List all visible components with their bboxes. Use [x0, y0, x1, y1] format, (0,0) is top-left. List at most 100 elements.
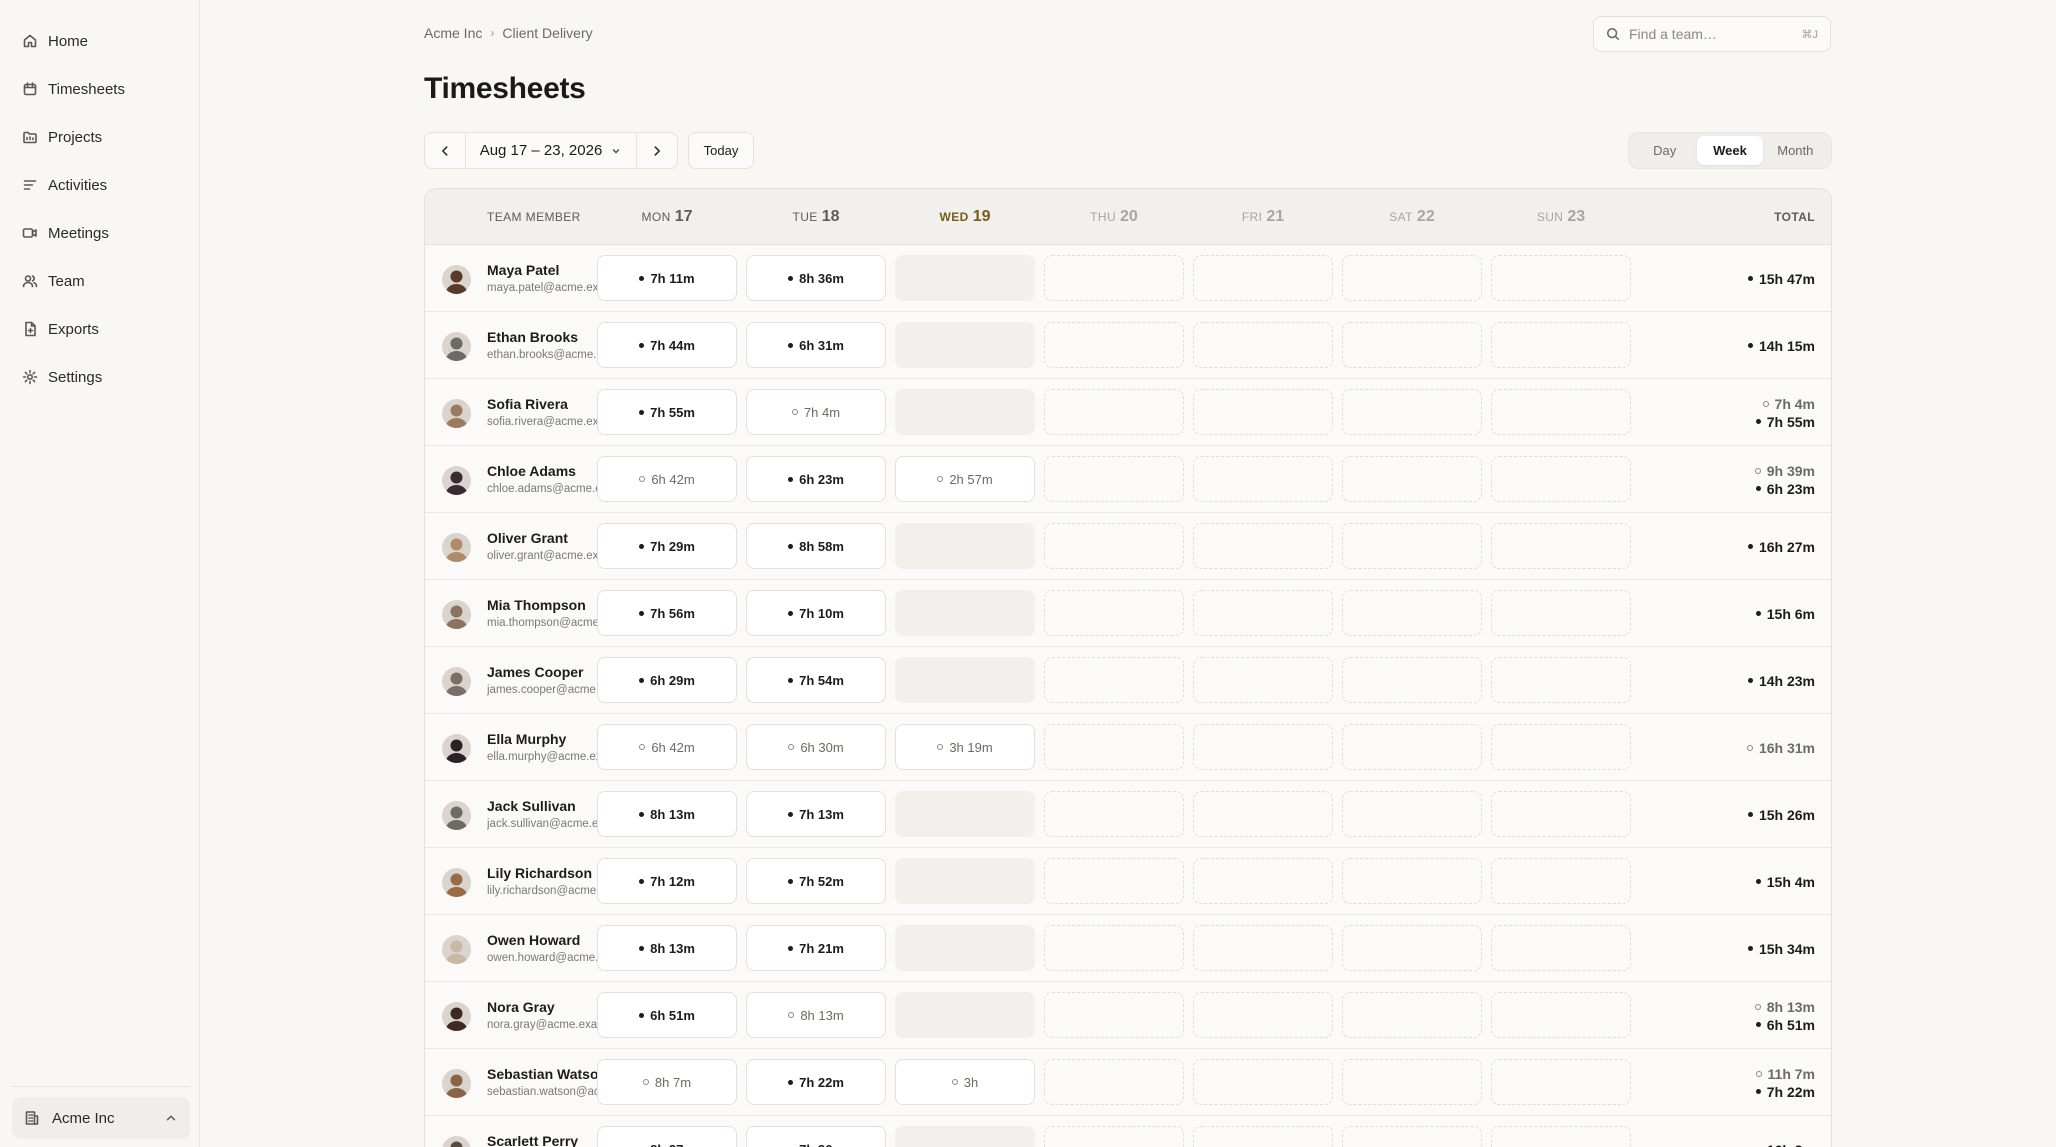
empty-day-cell[interactable] [1193, 322, 1333, 368]
today-button[interactable]: Today [688, 132, 754, 169]
member-name[interactable]: Chloe Adams [487, 463, 576, 479]
member-name[interactable]: Ethan Brooks [487, 329, 578, 345]
time-entry-cell[interactable]: 7h 4m [746, 389, 886, 435]
view-day-option[interactable]: Day [1632, 136, 1697, 165]
breadcrumb-org[interactable]: Acme Inc [424, 25, 482, 41]
prev-week-button[interactable] [425, 133, 465, 168]
empty-day-cell[interactable] [895, 255, 1035, 301]
empty-day-cell[interactable] [1342, 1126, 1482, 1147]
empty-day-cell[interactable] [1193, 858, 1333, 904]
empty-day-cell[interactable] [1193, 389, 1333, 435]
time-entry-cell[interactable]: 7h 10m [746, 590, 886, 636]
empty-day-cell[interactable] [1342, 925, 1482, 971]
team-search[interactable]: ⌘J [1593, 16, 1831, 52]
empty-day-cell[interactable] [1193, 791, 1333, 837]
empty-day-cell[interactable] [1491, 992, 1631, 1038]
empty-day-cell[interactable] [895, 590, 1035, 636]
empty-day-cell[interactable] [1342, 590, 1482, 636]
time-entry-cell[interactable]: 8h 27m [597, 1126, 737, 1147]
member-name[interactable]: Maya Patel [487, 262, 559, 278]
empty-day-cell[interactable] [1491, 1059, 1631, 1105]
sidebar-item-meetings[interactable]: Meetings [22, 209, 199, 257]
next-week-button[interactable] [637, 133, 677, 168]
time-entry-cell[interactable]: 6h 31m [746, 322, 886, 368]
empty-day-cell[interactable] [1491, 657, 1631, 703]
empty-day-cell[interactable] [1491, 925, 1631, 971]
empty-day-cell[interactable] [1193, 992, 1333, 1038]
empty-day-cell[interactable] [895, 925, 1035, 971]
sidebar-item-team[interactable]: Team [22, 257, 199, 305]
empty-day-cell[interactable] [1044, 1126, 1184, 1147]
time-entry-cell[interactable]: 3h [895, 1059, 1035, 1105]
empty-day-cell[interactable] [1044, 389, 1184, 435]
empty-day-cell[interactable] [1044, 858, 1184, 904]
time-entry-cell[interactable]: 7h 11m [597, 255, 737, 301]
empty-day-cell[interactable] [1044, 992, 1184, 1038]
member-name[interactable]: Lily Richardson [487, 865, 592, 881]
empty-day-cell[interactable] [1342, 791, 1482, 837]
view-month-option[interactable]: Month [1763, 136, 1828, 165]
empty-day-cell[interactable] [1342, 255, 1482, 301]
member-name[interactable]: Oliver Grant [487, 530, 568, 546]
empty-day-cell[interactable] [1342, 724, 1482, 770]
sidebar-item-projects[interactable]: Projects [22, 113, 199, 161]
sidebar-item-settings[interactable]: Settings [22, 353, 199, 401]
empty-day-cell[interactable] [1044, 791, 1184, 837]
search-input[interactable] [1629, 26, 1779, 42]
empty-day-cell[interactable] [1193, 657, 1333, 703]
member-name[interactable]: Sofia Rivera [487, 396, 568, 412]
member-name[interactable]: Ella Murphy [487, 731, 566, 747]
empty-day-cell[interactable] [1044, 322, 1184, 368]
sidebar-item-timesheets[interactable]: Timesheets [22, 65, 199, 113]
empty-day-cell[interactable] [1193, 1126, 1333, 1147]
empty-day-cell[interactable] [895, 1126, 1035, 1147]
empty-day-cell[interactable] [1193, 523, 1333, 569]
empty-day-cell[interactable] [1342, 389, 1482, 435]
time-entry-cell[interactable]: 8h 13m [746, 992, 886, 1038]
empty-day-cell[interactable] [1491, 590, 1631, 636]
empty-day-cell[interactable] [1193, 724, 1333, 770]
empty-day-cell[interactable] [1193, 590, 1333, 636]
time-entry-cell[interactable]: 7h 54m [746, 657, 886, 703]
time-entry-cell[interactable]: 6h 51m [597, 992, 737, 1038]
empty-day-cell[interactable] [1342, 322, 1482, 368]
time-entry-cell[interactable]: 3h 19m [895, 724, 1035, 770]
empty-day-cell[interactable] [1491, 523, 1631, 569]
time-entry-cell[interactable]: 6h 42m [597, 724, 737, 770]
empty-day-cell[interactable] [1491, 724, 1631, 770]
empty-day-cell[interactable] [1491, 389, 1631, 435]
empty-day-cell[interactable] [1491, 456, 1631, 502]
empty-day-cell[interactable] [1193, 1059, 1333, 1105]
empty-day-cell[interactable] [895, 322, 1035, 368]
time-entry-cell[interactable]: 7h 12m [597, 858, 737, 904]
member-name[interactable]: Nora Gray [487, 999, 555, 1015]
member-name[interactable]: Mia Thompson [487, 597, 586, 613]
empty-day-cell[interactable] [1491, 1126, 1631, 1147]
member-name[interactable]: James Cooper [487, 664, 583, 680]
time-entry-cell[interactable]: 7h 29m [597, 523, 737, 569]
time-entry-cell[interactable]: 2h 57m [895, 456, 1035, 502]
sidebar-item-activities[interactable]: Activities [22, 161, 199, 209]
empty-day-cell[interactable] [895, 523, 1035, 569]
org-switcher[interactable]: Acme Inc [12, 1097, 190, 1139]
member-name[interactable]: Scarlett Perry [487, 1133, 578, 1147]
empty-day-cell[interactable] [1491, 791, 1631, 837]
empty-day-cell[interactable] [1193, 255, 1333, 301]
empty-day-cell[interactable] [1044, 523, 1184, 569]
time-entry-cell[interactable]: 7h 52m [746, 858, 886, 904]
empty-day-cell[interactable] [1044, 1059, 1184, 1105]
time-entry-cell[interactable]: 6h 30m [746, 724, 886, 770]
time-entry-cell[interactable]: 6h 42m [597, 456, 737, 502]
empty-day-cell[interactable] [895, 858, 1035, 904]
time-entry-cell[interactable]: 7h 13m [746, 791, 886, 837]
member-name[interactable]: Jack Sullivan [487, 798, 576, 814]
empty-day-cell[interactable] [1044, 590, 1184, 636]
empty-day-cell[interactable] [895, 657, 1035, 703]
empty-day-cell[interactable] [1044, 657, 1184, 703]
empty-day-cell[interactable] [1342, 456, 1482, 502]
empty-day-cell[interactable] [1342, 657, 1482, 703]
empty-day-cell[interactable] [1193, 925, 1333, 971]
time-entry-cell[interactable]: 8h 7m [597, 1059, 737, 1105]
view-week-option[interactable]: Week [1697, 136, 1763, 165]
empty-day-cell[interactable] [1342, 523, 1482, 569]
